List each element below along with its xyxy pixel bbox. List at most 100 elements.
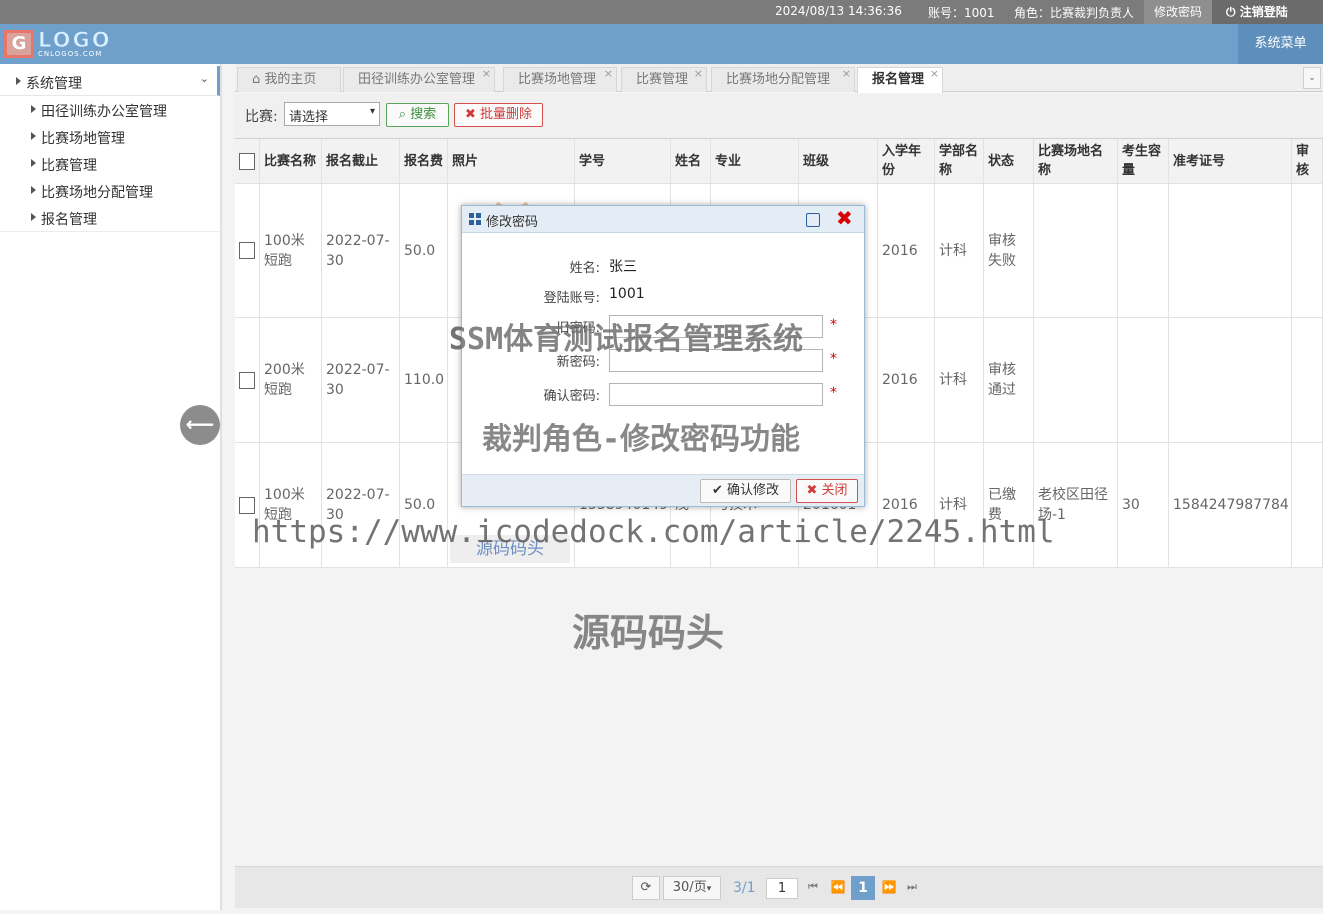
tab-office[interactable]: 田径训练办公室管理 × [343, 67, 495, 92]
close-label: 关闭 [821, 483, 848, 498]
filter-label: 比赛: [245, 109, 278, 125]
close-icon[interactable]: × [930, 62, 939, 85]
pagination-bar: ⟳ 30/页▾ 3/1 1 ⏮ ⏪ 1 ⏩ ⏭ [235, 866, 1323, 908]
logo-text: LOGO [38, 28, 112, 53]
row-checkbox[interactable] [239, 242, 255, 259]
close-icon[interactable]: × [482, 62, 491, 85]
caret-right-icon [31, 105, 36, 113]
caret-right-icon [31, 159, 36, 167]
first-page-icon[interactable]: ⏮ [804, 876, 822, 900]
sidebar-item-venue[interactable]: 比赛场地管理 [0, 123, 220, 150]
home-icon: ⌂ [252, 72, 261, 87]
toolbar: 比赛: 请选择 ▾ ⌕ 搜索 ✖ 批量删除 [235, 94, 1323, 138]
chevron-down-icon: ⌄ [199, 72, 209, 85]
competition-select[interactable]: 请选择 ▾ [284, 102, 380, 126]
table-cell-audit [1292, 318, 1323, 443]
batch-delete-button[interactable]: ✖ 批量删除 [454, 103, 543, 127]
grid-icon [469, 213, 481, 225]
tab-label: 报名管理 [872, 72, 925, 87]
close-icon[interactable]: × [604, 62, 613, 85]
sidebar-item-label: 比赛场地分配管理 [41, 185, 153, 201]
page-size-select[interactable]: 30/页▾ [663, 876, 721, 900]
sidebar-item-label: 比赛管理 [41, 158, 97, 174]
change-password-link[interactable]: 修改密码 [1144, 0, 1212, 24]
account-text: 账号：1001 [928, 6, 995, 20]
sidebar-item-office[interactable]: 田径训练办公室管理 [0, 96, 220, 123]
column-header[interactable]: 比赛名称 [260, 139, 322, 184]
column-header[interactable]: 班级 [799, 139, 878, 184]
maximize-icon[interactable] [806, 213, 820, 227]
close-dialog-button[interactable]: ✖ 关闭 [796, 479, 858, 503]
column-header[interactable]: 入学年份 [878, 139, 935, 184]
column-header[interactable]: 专业 [711, 139, 799, 184]
column-header[interactable]: 状态 [984, 139, 1034, 184]
next-page-icon[interactable]: ⏩ [878, 876, 900, 900]
chevron-down-icon: ▾ [369, 106, 375, 117]
tab-label: 我的主页 [264, 72, 317, 87]
close-icon[interactable]: ✖ [836, 208, 853, 228]
watermark-brand: 源码码头 [572, 611, 725, 655]
confirm-change-button[interactable]: ✔ 确认修改 [700, 479, 791, 503]
refresh-button[interactable]: ⟳ [632, 876, 660, 900]
table-cell-fee: 110.0 [400, 318, 448, 443]
close-icon[interactable]: × [842, 62, 851, 85]
sidebar-group-system[interactable]: 系统管理 ⌄ [0, 66, 220, 96]
column-header[interactable]: 报名费 [400, 139, 448, 184]
close-icon[interactable]: × [694, 62, 703, 85]
double-chevron-down-icon: ⌄ [1308, 73, 1316, 83]
column-header[interactable]: 考生容量 [1118, 139, 1169, 184]
confirm-password-input[interactable] [609, 383, 823, 406]
search-button[interactable]: ⌕ 搜索 [386, 103, 449, 127]
table-cell-status: 审核失败 [984, 184, 1034, 318]
table-cell-fee: 50.0 [400, 184, 448, 318]
prev-page-icon[interactable]: ⏪ [827, 876, 849, 900]
sidebar: 系统管理 ⌄ 田径训练办公室管理 比赛场地管理 比赛管理 比赛场地分配管理 报名… [0, 64, 222, 910]
table-cell-venue [1034, 318, 1118, 443]
watermark-subtitle: 裁判角色-修改密码功能 [482, 422, 801, 457]
column-header[interactable]: 准考证号 [1169, 139, 1292, 184]
current-page-button[interactable]: 1 [851, 876, 875, 900]
caret-right-icon [31, 213, 36, 221]
table-cell-dept: 计科 [935, 184, 984, 318]
sidebar-item-venue-allocation[interactable]: 比赛场地分配管理 [0, 177, 220, 204]
column-header[interactable]: 照片 [448, 139, 575, 184]
table-cell-ticket: 1584247987784 [1169, 443, 1292, 568]
row-checkbox-cell [235, 184, 260, 318]
tab-venue[interactable]: 比赛场地管理 × [503, 67, 617, 92]
check-icon: ✔ [711, 483, 723, 498]
sidebar-item-registration[interactable]: 报名管理 [0, 204, 220, 231]
required-mark: * [830, 317, 837, 333]
sidebar-item-label: 田径训练办公室管理 [41, 104, 167, 120]
logout-link[interactable]: ⏻ 注销登陆 [1212, 0, 1323, 24]
sidebar-item-competition[interactable]: 比赛管理 [0, 150, 220, 177]
arrow-left-icon: ⟵ [185, 412, 215, 436]
row-checkbox[interactable] [239, 496, 255, 514]
column-header[interactable]: 姓名 [671, 139, 711, 184]
top-status-bar: 2024/08/13 14:36:36 账号：1001 角色：比赛裁判负责人 修… [0, 0, 1323, 24]
tab-dropdown-button[interactable]: ⌄ [1303, 67, 1321, 89]
table-cell-name: 100米短跑 [260, 184, 322, 318]
column-header[interactable]: 报名截止 [322, 139, 400, 184]
tab-registration[interactable]: 报名管理 × [857, 67, 943, 93]
table-cell-year: 2016 [878, 184, 935, 318]
tab-competition[interactable]: 比赛管理 × [621, 67, 707, 92]
column-header[interactable]: 学号 [575, 139, 671, 184]
tab-venue-allocation[interactable]: 比赛场地分配管理 × [711, 67, 855, 92]
column-header[interactable]: 学部名称 [935, 139, 984, 184]
system-menu-button[interactable]: 系统菜单 [1238, 24, 1323, 64]
page-number-input[interactable]: 1 [766, 878, 798, 899]
datetime-text: 2024/08/13 14:36:36 [775, 4, 902, 18]
collapse-sidebar-button[interactable]: ⟵ [180, 405, 220, 445]
select-all-checkbox[interactable] [239, 152, 255, 170]
required-mark: * [830, 385, 837, 401]
required-mark: * [830, 351, 837, 367]
table-cell-audit [1292, 184, 1323, 318]
table-cell-deadline: 2022-07-30 [322, 318, 400, 443]
table-cell-ticket [1169, 318, 1292, 443]
column-header[interactable]: 审核 [1292, 139, 1323, 184]
tab-home[interactable]: ⌂ 我的主页 [237, 67, 341, 92]
column-header[interactable]: 比赛场地名称 [1034, 139, 1118, 184]
row-checkbox[interactable] [239, 371, 255, 389]
last-page-icon[interactable]: ⏭ [903, 876, 921, 900]
power-icon: ⏻ [1226, 5, 1236, 19]
